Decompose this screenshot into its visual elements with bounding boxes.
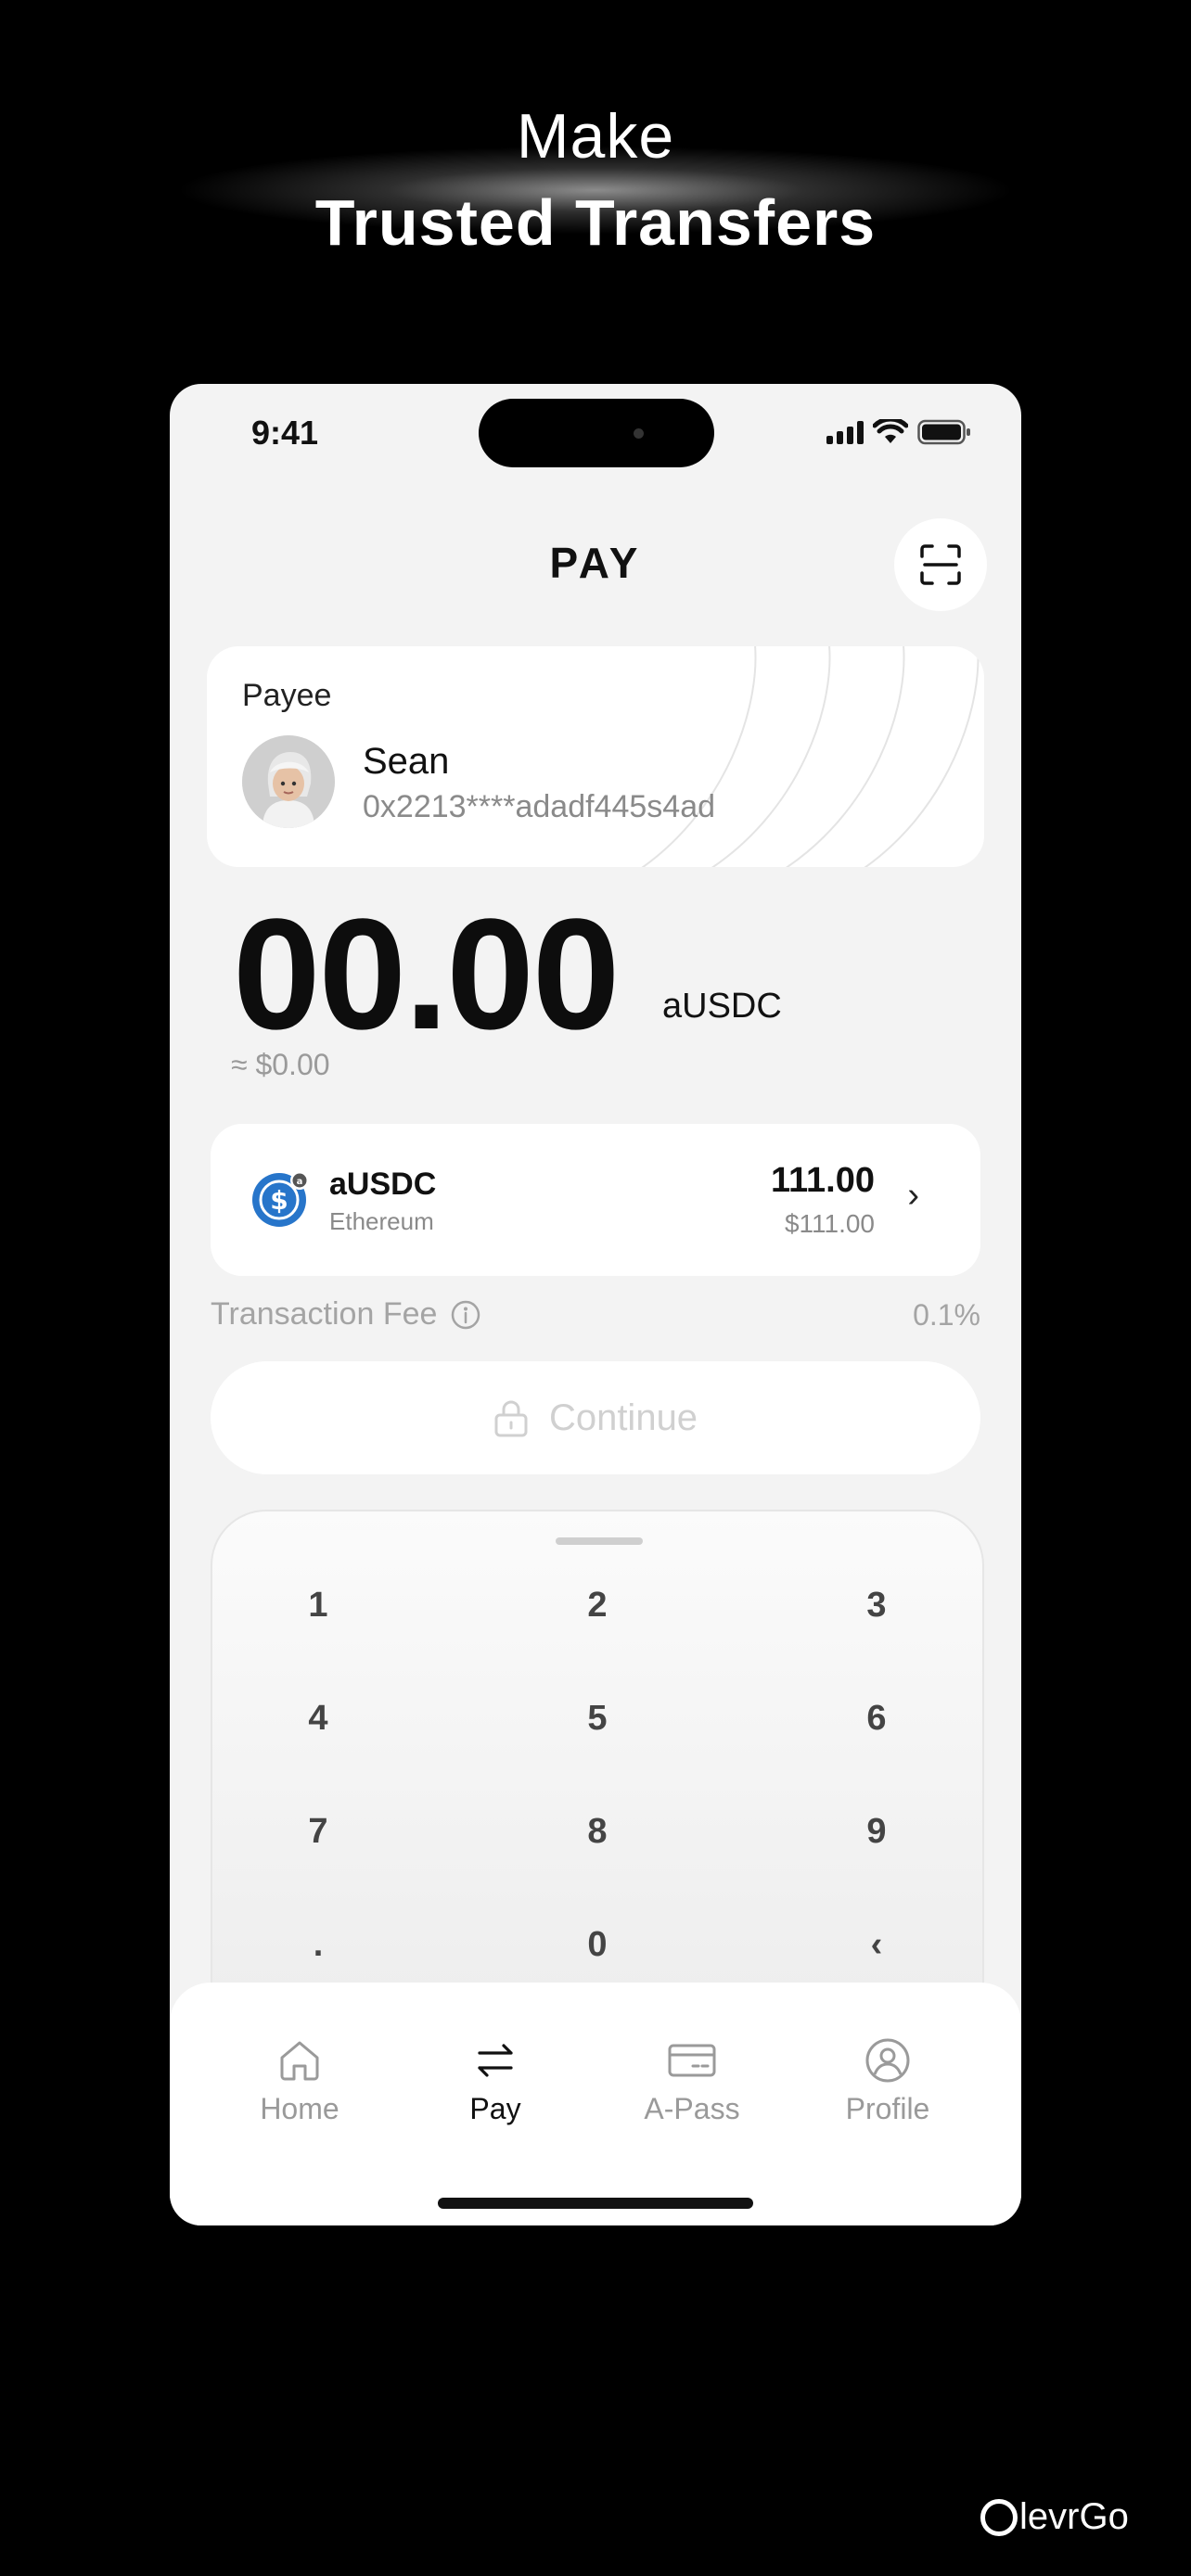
tab-a-pass[interactable]: A-Pass xyxy=(608,2034,775,2126)
key-0[interactable]: 0 xyxy=(542,1925,653,1965)
tab-home[interactable]: Home xyxy=(216,2034,383,2126)
payee-name: Sean xyxy=(363,741,450,782)
token-symbol: aUSDC xyxy=(329,1167,437,1202)
info-icon[interactable] xyxy=(450,1299,481,1331)
payee-address: 0x2213****adadf445s4ad xyxy=(363,789,716,824)
tab-home-label: Home xyxy=(260,2092,339,2125)
cellular-signal-icon xyxy=(826,420,864,444)
amount-usd: ≈ $0.00 xyxy=(231,1048,330,1081)
key-backspace[interactable]: ‹ xyxy=(821,1925,932,1965)
dynamic-island xyxy=(479,399,714,467)
key-8[interactable]: 8 xyxy=(542,1812,653,1852)
lock-icon xyxy=(494,1400,528,1437)
key-4[interactable]: 4 xyxy=(263,1699,374,1739)
token-chain: Ethereum xyxy=(329,1207,434,1235)
card-icon xyxy=(668,2044,716,2077)
amount-value: 00.00 xyxy=(233,886,620,1063)
tab-pay[interactable]: Pay xyxy=(412,2034,579,2126)
fee-label: Transaction Fee xyxy=(211,1296,438,1332)
amount-unit: aUSDC xyxy=(662,987,782,1026)
tab-bar: Home Pay A-Pass Profile xyxy=(170,1983,1021,2225)
phone-screen: 9:41 PAY Payee Sean 0x2213****adadf445s4… xyxy=(170,384,1021,2225)
tab-profile-label: Profile xyxy=(845,2092,930,2125)
home-icon xyxy=(280,2041,319,2081)
tab-profile[interactable]: Profile xyxy=(804,2034,971,2126)
key-2[interactable]: 2 xyxy=(542,1586,653,1626)
key-decimal[interactable]: . xyxy=(263,1925,374,1965)
key-3[interactable]: 3 xyxy=(821,1586,932,1626)
brand-mark xyxy=(980,2498,1018,2536)
key-7[interactable]: 7 xyxy=(263,1812,374,1852)
payee-card[interactable]: Payee Sean 0x2213****adadf445s4ad xyxy=(207,646,984,867)
fee-row: Transaction Fee xyxy=(211,1296,481,1333)
payee-label: Payee xyxy=(242,678,332,713)
keypad-handle[interactable] xyxy=(556,1537,643,1545)
transfer-arrows-icon xyxy=(478,2044,513,2077)
fee-value: 0.1% xyxy=(913,1298,980,1332)
continue-label: Continue xyxy=(548,1396,698,1438)
token-balance-usd: $111.00 xyxy=(784,1209,875,1238)
avatar xyxy=(242,735,335,828)
key-9[interactable]: 9 xyxy=(821,1812,932,1852)
token-selector[interactable]: $ a aUSDC Ethereum 111.00 $111.00 › xyxy=(211,1124,980,1276)
svg-text:$: $ xyxy=(270,1185,288,1216)
status-icons xyxy=(826,419,971,445)
scan-qr-icon xyxy=(920,544,961,585)
token-balance: 111.00 xyxy=(770,1161,875,1200)
continue-button[interactable]: Continue xyxy=(211,1361,980,1474)
key-1[interactable]: 1 xyxy=(263,1586,374,1626)
brand-logo: levrGo xyxy=(980,2496,1129,2538)
tab-a-pass-label: A-Pass xyxy=(644,2092,740,2125)
key-5[interactable]: 5 xyxy=(542,1699,653,1739)
scan-button[interactable] xyxy=(894,518,987,611)
tab-pay-label: Pay xyxy=(469,2092,521,2125)
chevron-right-icon: › xyxy=(907,1176,919,1215)
status-time: 9:41 xyxy=(251,414,319,452)
hero-title-line1: Make xyxy=(516,101,675,172)
key-6[interactable]: 6 xyxy=(821,1699,932,1739)
battery-icon xyxy=(917,419,970,445)
usdc-coin-icon: $ a xyxy=(252,1171,309,1227)
brand-text: levrGo xyxy=(1019,2496,1129,2537)
svg-text:a: a xyxy=(297,1177,303,1187)
hero-title-line2: Trusted Transfers xyxy=(314,186,877,259)
wifi-icon xyxy=(873,419,908,443)
home-indicator[interactable] xyxy=(438,2198,753,2209)
user-circle-icon xyxy=(865,2038,910,2083)
